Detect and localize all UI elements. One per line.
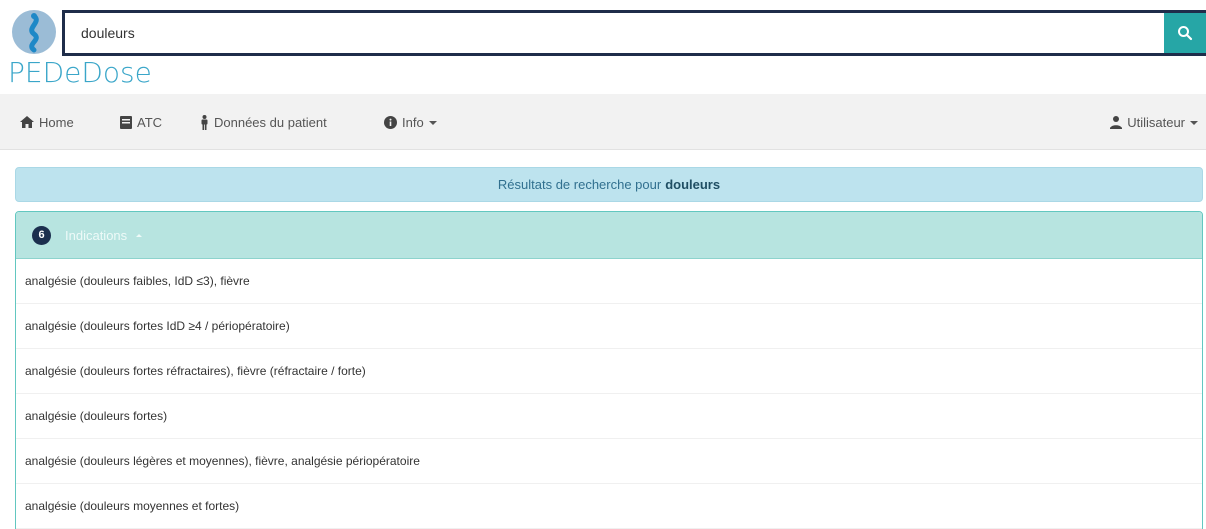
nav-atc[interactable]: ATC <box>120 94 162 150</box>
count-badge: 6 <box>32 225 51 245</box>
nav-home-label: Home <box>39 114 74 130</box>
indications-panel-header[interactable]: 6 Indications <box>16 212 1202 259</box>
person-icon <box>200 114 209 130</box>
nav-patient-data-label: Données du patient <box>214 114 327 130</box>
nav-info-dropdown[interactable]: Info <box>384 94 437 150</box>
search-results-banner: Résultats de recherche pour douleurs <box>15 167 1203 202</box>
search-icon <box>1178 26 1193 41</box>
brand-name: PEDeDose <box>8 56 152 89</box>
home-icon <box>20 116 34 128</box>
list-item[interactable]: analgésie (douleurs moyennes et fortes) <box>16 484 1202 529</box>
list-item[interactable]: analgésie (douleurs fortes réfractaires)… <box>16 349 1202 394</box>
list-item[interactable]: analgésie (douleurs fortes IdD ≥4 / péri… <box>16 304 1202 349</box>
logo-icon <box>29 13 39 53</box>
nav-atc-label: ATC <box>137 114 163 130</box>
search-bar <box>62 10 1206 56</box>
nav-patient-data[interactable]: Données du patient <box>200 94 327 150</box>
chevron-down-icon <box>428 121 437 125</box>
results-prefix: Résultats de recherche pour <box>497 177 662 192</box>
navbar: Home ATC Données du patient Info Utilisa… <box>0 94 1206 150</box>
list-item[interactable]: analgésie (douleurs légères et moyennes)… <box>16 439 1202 484</box>
chevron-up-icon <box>136 233 143 237</box>
nav-home[interactable]: Home <box>20 94 74 150</box>
search-button[interactable] <box>1164 10 1206 56</box>
search-input[interactable] <box>62 10 1164 56</box>
indications-list: analgésie (douleurs faibles, IdD ≤3), fi… <box>16 259 1202 529</box>
book-icon <box>120 115 132 129</box>
chevron-down-icon <box>1190 121 1198 125</box>
nav-info-label: Info <box>402 114 424 130</box>
list-item[interactable]: analgésie (douleurs faibles, IdD ≤3), fi… <box>16 259 1202 304</box>
user-menu-label: Utilisateur <box>1127 114 1185 130</box>
user-icon <box>1110 115 1123 129</box>
info-circle-icon <box>384 115 397 129</box>
results-term: douleurs <box>665 177 721 192</box>
logo[interactable] <box>12 10 56 54</box>
user-menu[interactable]: Utilisateur <box>1110 94 1198 150</box>
panel-title: Indications <box>65 227 128 243</box>
list-item[interactable]: analgésie (douleurs fortes) <box>16 394 1202 439</box>
indications-panel: 6 Indications analgésie (douleurs faible… <box>15 211 1203 529</box>
